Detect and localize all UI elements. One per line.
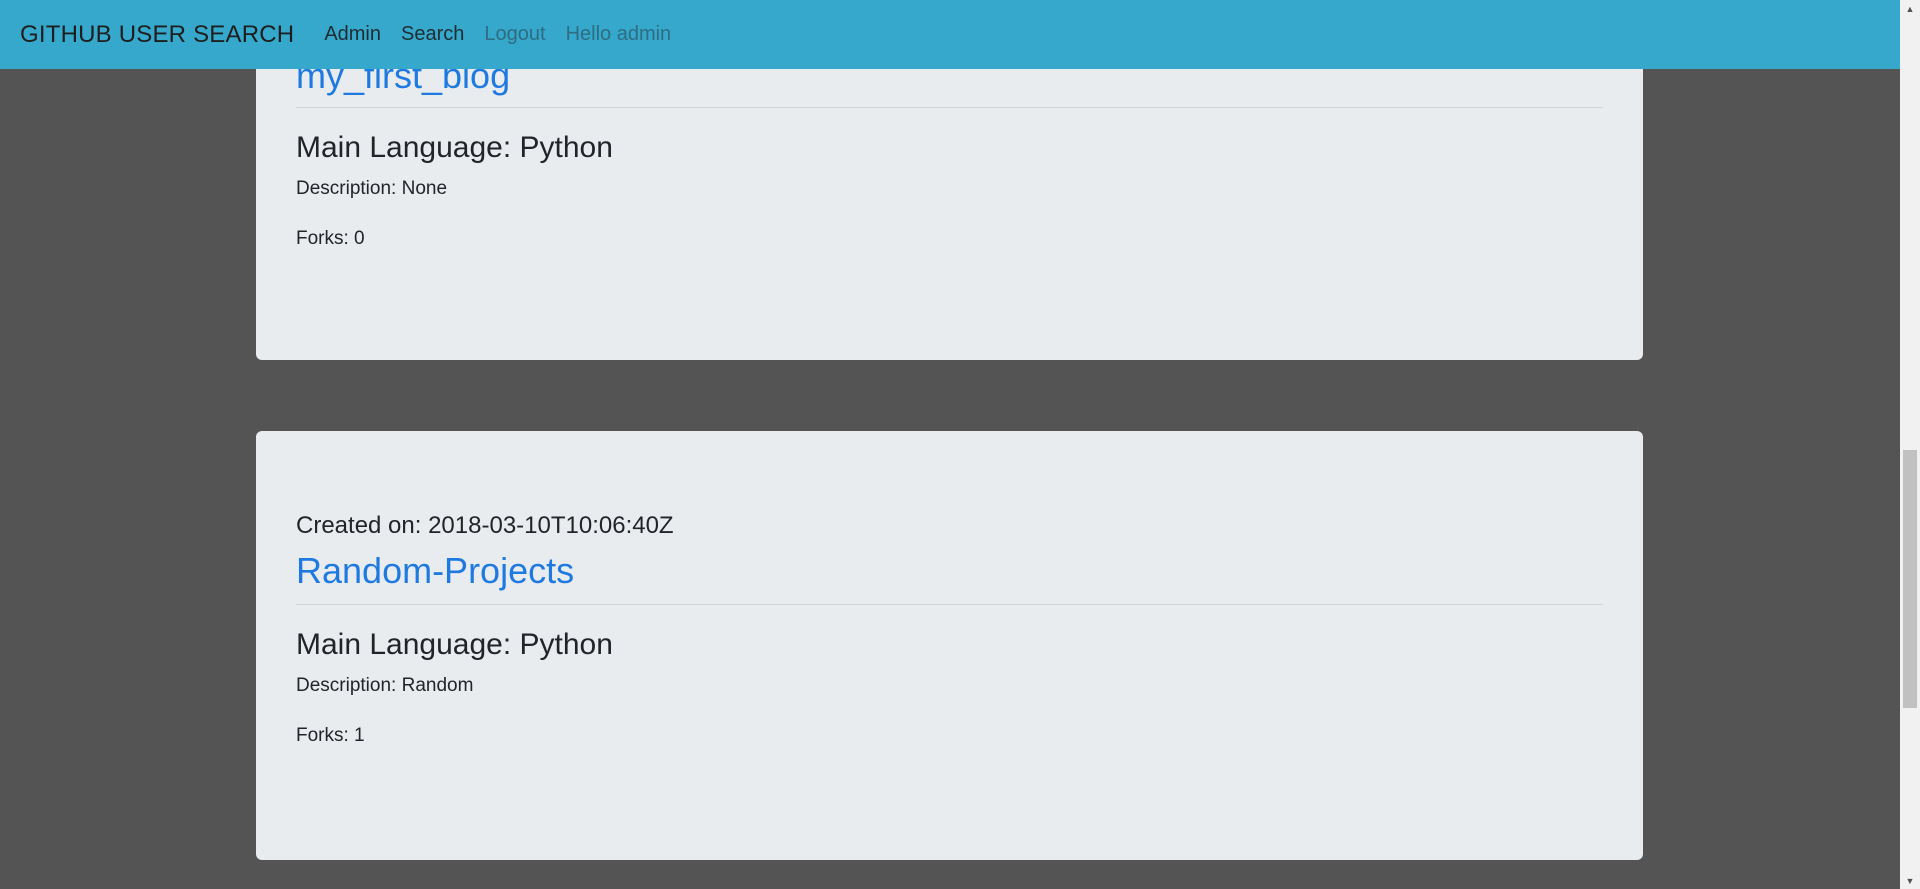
top-navbar: GITHUB USER SEARCH Admin Search Logout H… xyxy=(0,0,1900,69)
scroll-down-arrow-icon[interactable]: ▼ xyxy=(1900,872,1920,889)
page-scrollbar[interactable]: ▲ ▼ xyxy=(1900,0,1920,889)
scrollbar-thumb[interactable] xyxy=(1903,450,1917,708)
repo-forks: Forks: 1 xyxy=(296,725,365,746)
main-language: Main Language: Python xyxy=(296,628,613,661)
repo-forks: Forks: 0 xyxy=(296,228,365,249)
greeting-text: Hello admin xyxy=(565,23,672,45)
nav-link-admin[interactable]: Admin xyxy=(324,23,381,46)
card-divider xyxy=(296,604,1603,605)
nav-link-search[interactable]: Search xyxy=(401,23,464,46)
brand-link[interactable]: GITHUB USER SEARCH xyxy=(20,21,294,49)
repo-name-link[interactable]: Random-Projects xyxy=(296,549,1603,597)
repo-card: Created on: 2018-03-10T10:06:40Z Random-… xyxy=(256,431,1643,860)
repo-description: Description: Random xyxy=(296,675,474,696)
card-divider xyxy=(296,107,1603,108)
scroll-up-arrow-icon[interactable]: ▲ xyxy=(1900,0,1920,17)
page-viewport: GITHUB USER SEARCH Admin Search Logout H… xyxy=(0,0,1900,889)
main-language: Main Language: Python xyxy=(296,131,613,164)
created-on: Created on: 2018-03-10T10:06:40Z xyxy=(296,512,674,539)
nav-link-logout[interactable]: Logout xyxy=(484,23,545,46)
nav-links: Admin Search Logout Hello admin xyxy=(324,23,671,46)
repo-description: Description: None xyxy=(296,178,448,199)
